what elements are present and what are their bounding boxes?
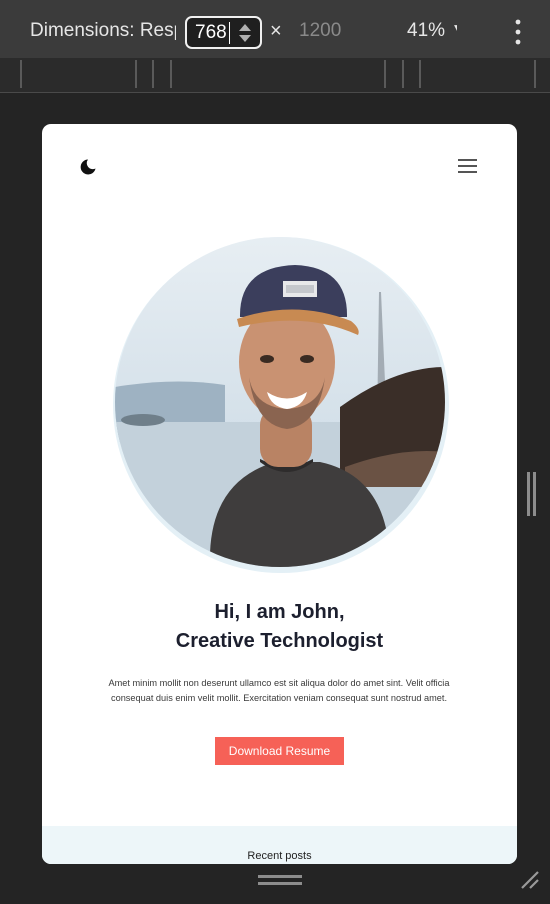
device-toolbar: Dimensions: Responsive 768 × 1200 41% ▼ bbox=[0, 0, 550, 58]
times-icon: × bbox=[270, 20, 282, 42]
resize-corner-icon[interactable] bbox=[518, 868, 542, 892]
width-input[interactable]: 768 bbox=[185, 16, 262, 49]
recent-posts-heading: Recent posts bbox=[247, 850, 312, 862]
dimensions-label-clip: Dimensions: Responsive bbox=[0, 0, 176, 58]
dimensions-dropdown[interactable]: Dimensions: Responsive bbox=[30, 20, 176, 42]
hero-greeting: Hi, I am John, bbox=[214, 601, 345, 623]
dark-mode-moon-icon[interactable] bbox=[79, 158, 97, 176]
zoom-dropdown[interactable]: 41% ▼ bbox=[407, 20, 457, 42]
height-input[interactable]: 1200 bbox=[299, 20, 341, 42]
recent-posts-section: Recent posts bbox=[42, 826, 517, 864]
device-viewport: Hi, I am John, Creative Technologist Ame… bbox=[42, 124, 517, 864]
hero-heading: Hi, I am John, Creative Technologist bbox=[42, 598, 517, 656]
ruler-tick bbox=[402, 60, 404, 88]
spinner-arrows-icon[interactable] bbox=[237, 21, 253, 45]
ruler-tick bbox=[419, 60, 421, 88]
ruler-tick bbox=[170, 60, 172, 88]
profile-photo bbox=[115, 237, 445, 567]
hero-description: Amet minim mollit non deserunt ullamco e… bbox=[108, 678, 450, 703]
text-caret bbox=[229, 22, 230, 44]
hero-role: Creative Technologist bbox=[175, 630, 384, 652]
resize-handle-bottom[interactable] bbox=[258, 875, 302, 887]
hamburger-menu-icon[interactable] bbox=[458, 158, 480, 174]
ruler-tick bbox=[152, 60, 154, 88]
ruler-tick bbox=[384, 60, 386, 88]
resize-handle-right[interactable] bbox=[527, 472, 537, 516]
width-value[interactable]: 768 bbox=[195, 22, 227, 44]
ruler-tick bbox=[20, 60, 22, 88]
ruler-tick bbox=[135, 60, 137, 88]
download-resume-button[interactable]: Download Resume bbox=[215, 737, 344, 765]
ruler-tick bbox=[534, 60, 536, 88]
more-options-icon[interactable] bbox=[508, 18, 528, 46]
media-query-bar[interactable] bbox=[0, 58, 550, 93]
